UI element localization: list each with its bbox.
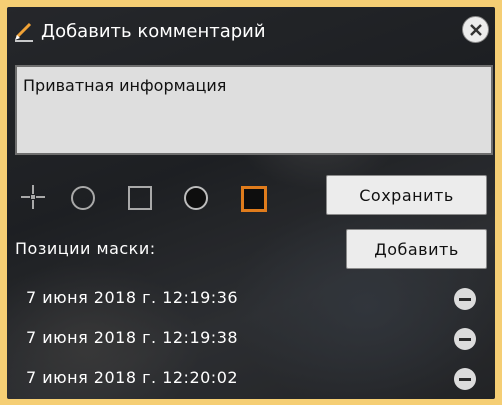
close-button[interactable] [462, 16, 489, 43]
mask-position-time[interactable]: 7 июня 2018 г. 12:19:36 [26, 288, 238, 307]
mask-position-time[interactable]: 7 июня 2018 г. 12:19:38 [26, 328, 238, 347]
square-filled-icon[interactable] [241, 186, 267, 212]
crosshair-icon[interactable] [19, 183, 47, 211]
mask-position-row: 7 июня 2018 г. 12:20:02 [7, 363, 495, 393]
dialog-header: Добавить комментарий [13, 17, 266, 45]
mask-position-time[interactable]: 7 июня 2018 г. 12:20:02 [26, 368, 238, 387]
square-outline-icon[interactable] [128, 186, 152, 210]
remove-icon[interactable] [454, 288, 476, 310]
comment-field[interactable]: Приватная информация [15, 65, 493, 155]
dialog-frame: Добавить комментарий Приватная информаци… [7, 7, 495, 399]
comment-dialog: Добавить комментарий Приватная информаци… [7, 7, 495, 399]
dialog-title: Добавить комментарий [41, 20, 266, 42]
circle-outline-icon[interactable] [71, 186, 95, 210]
circle-filled-icon[interactable] [184, 186, 208, 210]
close-icon [469, 23, 482, 36]
pencil-icon [15, 22, 33, 42]
remove-icon[interactable] [454, 368, 476, 390]
remove-icon[interactable] [454, 328, 476, 350]
mask-position-row: 7 июня 2018 г. 12:19:36 [7, 283, 495, 313]
mask-positions-label: Позиции маски: [15, 239, 156, 258]
add-button[interactable]: Добавить [346, 229, 487, 269]
save-button[interactable]: Сохранить [326, 175, 487, 215]
mask-position-row: 7 июня 2018 г. 12:19:38 [7, 323, 495, 353]
